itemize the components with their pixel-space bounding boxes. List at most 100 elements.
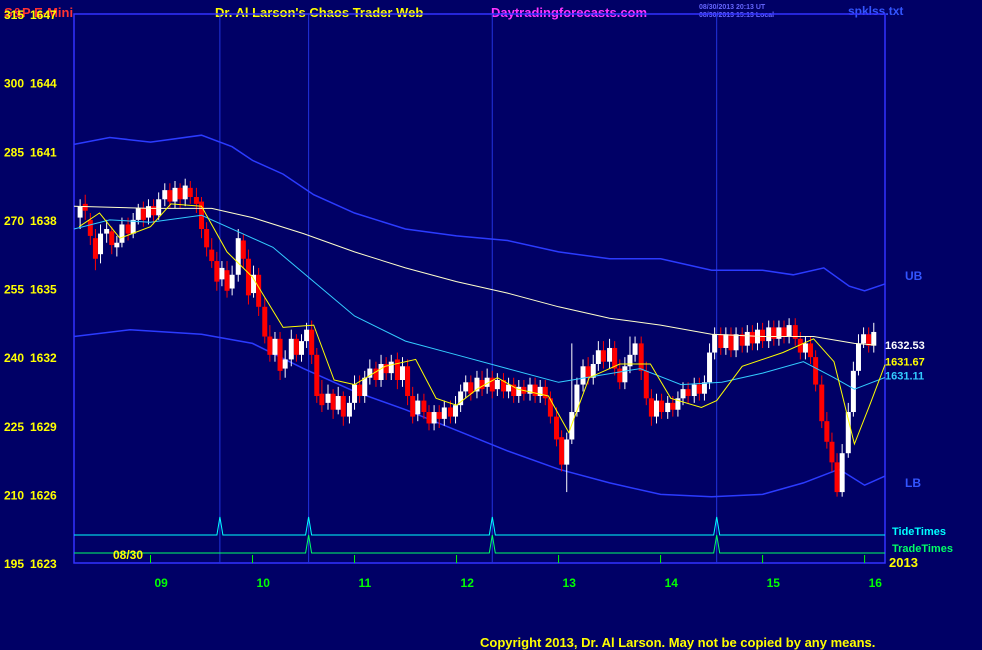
candle-body-134 bbox=[786, 325, 792, 337]
candle-body-111 bbox=[665, 402, 671, 413]
y-tick-left-6: 285 bbox=[4, 145, 24, 159]
x-tick-label-2: 11 bbox=[359, 576, 372, 590]
candle-body-66 bbox=[426, 412, 432, 424]
candle-body-141 bbox=[824, 421, 830, 442]
candle-body-88 bbox=[542, 386, 548, 399]
candle-body-147 bbox=[855, 343, 861, 371]
tide-times-label: TideTimes bbox=[892, 526, 946, 538]
price-label-yellow_ma: 1631.67 bbox=[885, 357, 925, 369]
candle-body-36 bbox=[267, 336, 273, 355]
candle-body-48 bbox=[330, 393, 336, 410]
candle-body-21 bbox=[187, 187, 193, 197]
x-tick-label-7: 16 bbox=[869, 576, 883, 590]
candle-body-140 bbox=[819, 384, 825, 422]
candle-body-40 bbox=[288, 338, 294, 360]
candle-body-96 bbox=[585, 366, 591, 378]
candle-body-118 bbox=[701, 382, 707, 394]
y-tick-price-6: 1641 bbox=[30, 145, 57, 159]
candle-body-86 bbox=[532, 384, 538, 397]
candle-body-51 bbox=[346, 402, 352, 417]
candle-body-99 bbox=[600, 350, 606, 362]
candle-body-123 bbox=[728, 334, 734, 351]
data-filename: spklss.txt bbox=[848, 4, 903, 18]
candle-body-30 bbox=[235, 238, 241, 275]
candle-body-60 bbox=[394, 359, 400, 380]
candle-body-100 bbox=[607, 347, 613, 362]
candle-body-138 bbox=[808, 343, 814, 358]
candle-body-46 bbox=[319, 393, 325, 406]
candle-body-8 bbox=[119, 224, 125, 243]
y-tick-left-8: 315 bbox=[4, 8, 24, 22]
y-tick-price-3: 1632 bbox=[30, 351, 57, 365]
candle-body-18 bbox=[172, 187, 178, 202]
candle-body-81 bbox=[506, 384, 512, 392]
candle-body-102 bbox=[617, 368, 623, 383]
y-tick-left-3: 240 bbox=[4, 351, 24, 365]
candle-body-11 bbox=[135, 208, 141, 220]
candle-body-44 bbox=[309, 329, 315, 355]
candle-body-132 bbox=[776, 327, 782, 339]
candle-body-38 bbox=[277, 338, 283, 371]
candle-body-14 bbox=[151, 206, 157, 216]
y-tick-left-4: 255 bbox=[4, 283, 24, 297]
x-tick-label-5: 14 bbox=[665, 576, 679, 590]
candle-body-45 bbox=[314, 354, 320, 397]
website-link[interactable]: Daytradingforecasts.com bbox=[491, 5, 647, 20]
candle-body-28 bbox=[224, 270, 230, 291]
candle-body-148 bbox=[861, 334, 867, 344]
candle-body-61 bbox=[399, 366, 405, 380]
candle-body-121 bbox=[718, 334, 724, 348]
y-tick-left-0: 195 bbox=[4, 557, 24, 571]
candle-body-63 bbox=[410, 396, 416, 417]
candle-body-105 bbox=[632, 343, 638, 355]
x-tick-label-3: 12 bbox=[461, 576, 475, 590]
candle-body-2 bbox=[87, 219, 93, 236]
candle-body-73 bbox=[463, 382, 469, 392]
upper-band-label: UB bbox=[905, 269, 923, 283]
candle-body-108 bbox=[648, 398, 654, 417]
candle-body-91 bbox=[559, 437, 565, 465]
price-label-cyan_ma: 1631.11 bbox=[885, 370, 924, 382]
y-tick-left-2: 225 bbox=[4, 420, 24, 434]
y-tick-price-0: 1623 bbox=[30, 557, 57, 571]
candle-body-10 bbox=[130, 219, 136, 234]
copyright-notice: Copyright 2013, Dr. Al Larson. May not b… bbox=[480, 635, 875, 650]
candle-body-143 bbox=[834, 462, 840, 493]
y-tick-left-5: 270 bbox=[4, 214, 24, 228]
candle-body-144 bbox=[839, 453, 845, 493]
candle-body-64 bbox=[415, 400, 421, 415]
candle-body-0 bbox=[77, 206, 83, 218]
candle-body-39 bbox=[282, 359, 288, 369]
candle-body-68 bbox=[436, 412, 442, 419]
candle-body-116 bbox=[691, 384, 697, 397]
candle-body-122 bbox=[723, 334, 729, 348]
candle-body-19 bbox=[177, 187, 183, 200]
timestamp-ut: 08/30/2013 20:13 UT bbox=[699, 4, 766, 11]
candle-body-62 bbox=[405, 366, 411, 397]
candle-body-50 bbox=[340, 396, 346, 417]
candle-body-142 bbox=[829, 441, 835, 463]
candle-body-139 bbox=[813, 357, 819, 385]
date-label: 08/30 bbox=[113, 548, 143, 562]
candle-body-69 bbox=[441, 407, 447, 419]
candle-body-119 bbox=[707, 352, 713, 383]
candle-body-15 bbox=[156, 199, 162, 216]
x-tick-label-0: 09 bbox=[155, 576, 169, 590]
candle-body-37 bbox=[272, 338, 278, 355]
candle-body-3 bbox=[92, 238, 98, 259]
candle-body-94 bbox=[574, 384, 580, 413]
candle-body-29 bbox=[229, 274, 235, 289]
candle-body-146 bbox=[850, 370, 856, 413]
y-tick-price-7: 1644 bbox=[30, 77, 57, 91]
candle-body-70 bbox=[447, 407, 453, 417]
candle-body-130 bbox=[766, 327, 772, 342]
candle-body-49 bbox=[335, 396, 341, 410]
candle-body-59 bbox=[388, 361, 394, 374]
candle-body-5 bbox=[104, 229, 110, 234]
candle-body-22 bbox=[193, 197, 199, 204]
candle-body-6 bbox=[109, 231, 115, 246]
candle-body-71 bbox=[453, 405, 459, 417]
candle-body-27 bbox=[219, 267, 225, 280]
candle-body-150 bbox=[871, 331, 877, 346]
candle-body-133 bbox=[781, 327, 787, 337]
